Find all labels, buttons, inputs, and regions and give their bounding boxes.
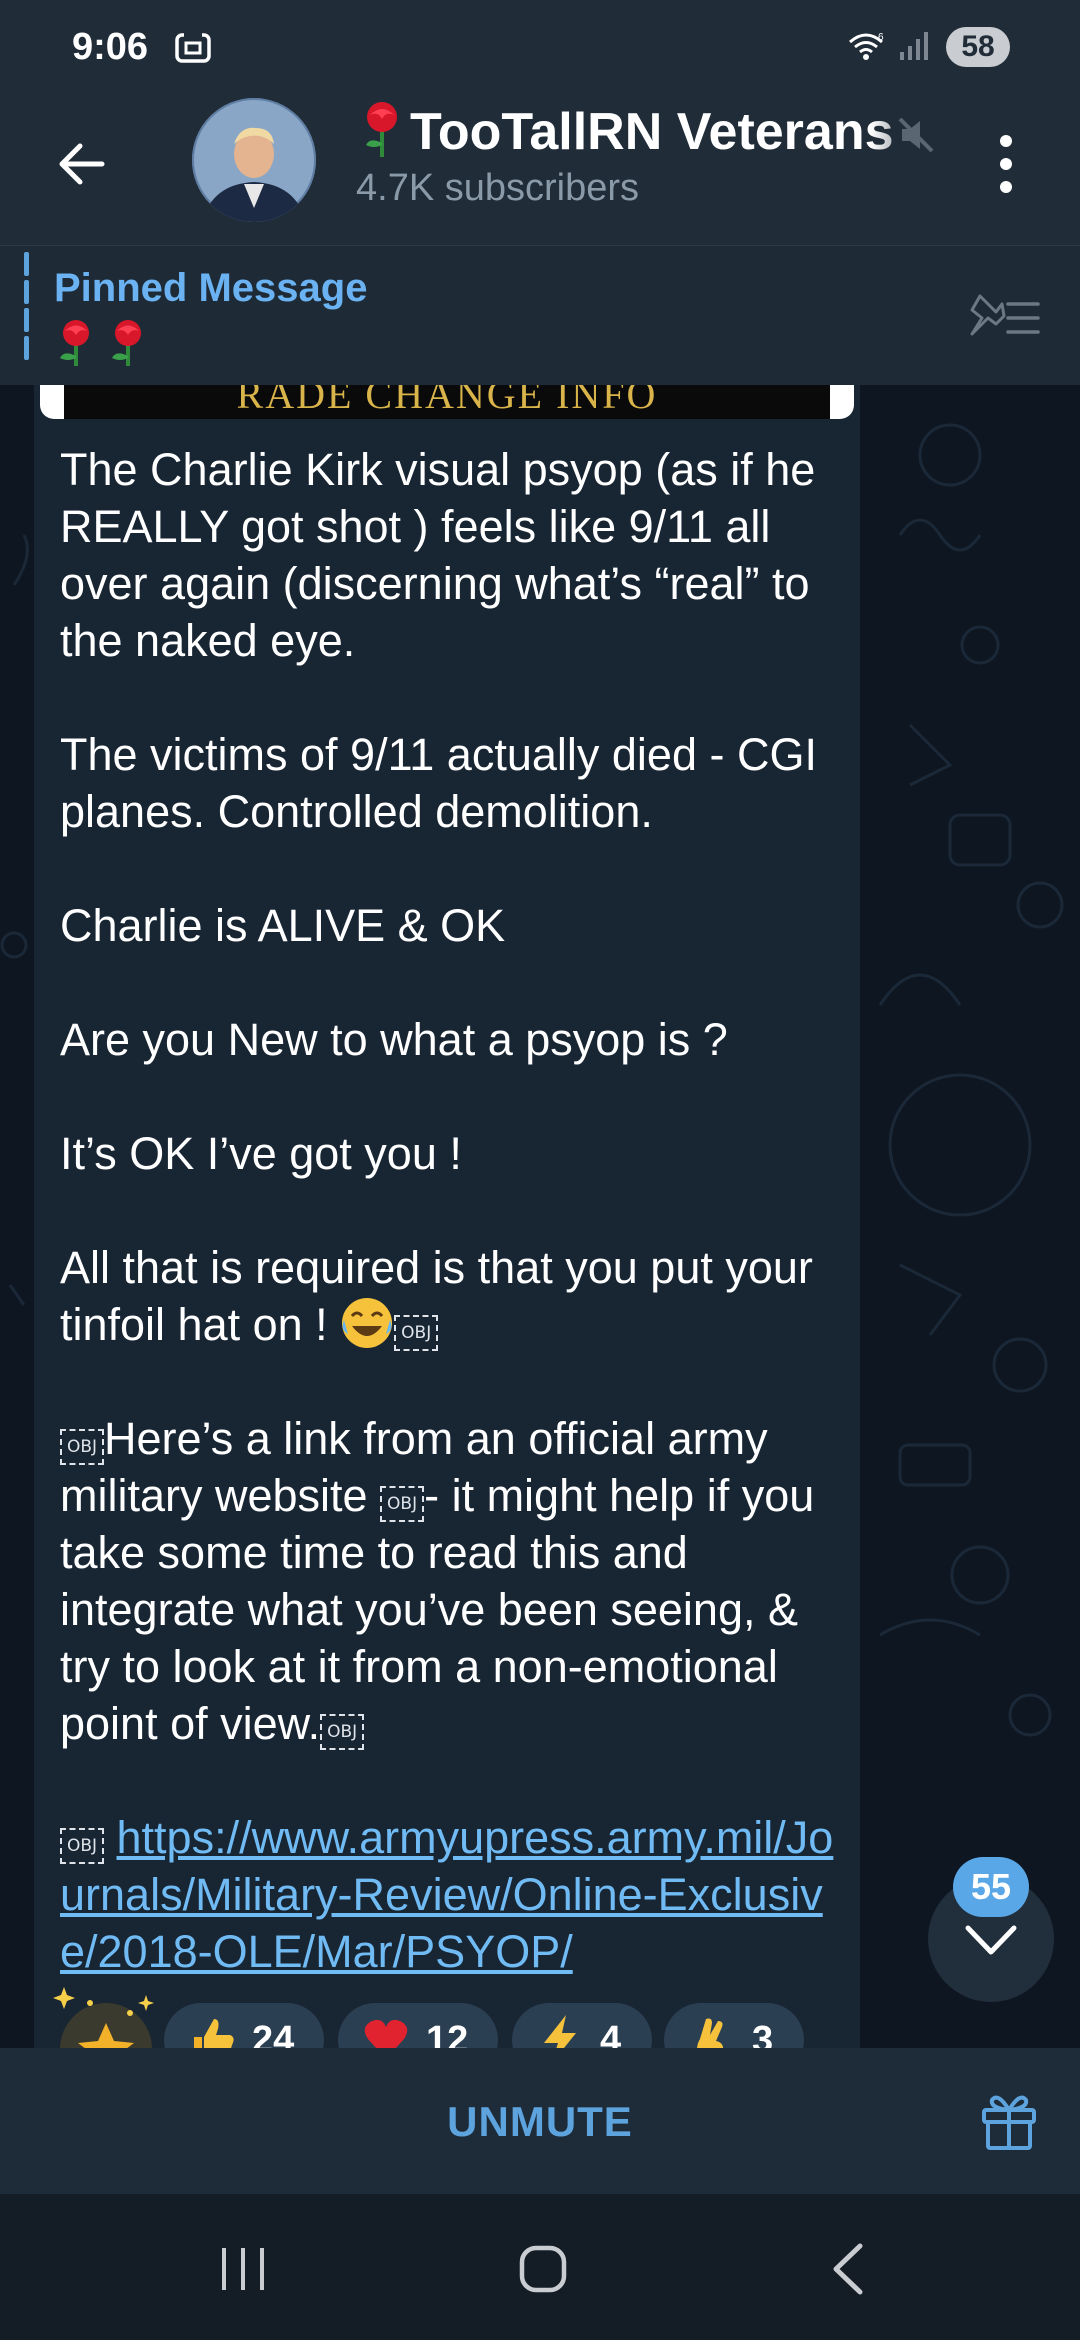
message-paragraph: The victims of 9/11 actually died - CGI … xyxy=(60,729,817,837)
signal-icon xyxy=(900,32,928,60)
battery-indicator: 58 xyxy=(946,27,1010,67)
message-paragraph: It’s OK I’ve got you ! xyxy=(60,1128,462,1179)
recents-icon[interactable] xyxy=(218,2246,268,2292)
reaction-lightning[interactable]: 4 xyxy=(512,2003,652,2048)
chevron-down-icon xyxy=(965,1925,1017,1955)
object-placeholder: OBJ xyxy=(320,1714,365,1750)
reaction-heart[interactable]: 12 xyxy=(338,2003,498,2048)
message-link-paragraph: OBJ https://www.armyupress.army.mil/Jour… xyxy=(60,1809,850,1980)
media-image: RADE CHANGE INFO xyxy=(64,385,830,419)
rose-icon xyxy=(60,320,89,366)
screenshot-icon xyxy=(175,33,211,63)
back-icon[interactable] xyxy=(828,2242,868,2296)
pinned-message-bar[interactable]: Pinned Message xyxy=(0,245,1080,385)
subscriber-count: 4.7K subscribers xyxy=(356,167,640,209)
status-bar: 9:06 6 58 xyxy=(0,0,1080,95)
reaction-crossed-fingers[interactable]: 3 xyxy=(664,2003,804,2048)
reaction-count: 4 xyxy=(600,2019,622,2048)
unmute-button[interactable]: UNMUTE xyxy=(440,2098,640,2146)
status-time: 9:06 xyxy=(72,26,149,68)
more-vertical-icon[interactable] xyxy=(994,131,1018,197)
object-placeholder: OBJ xyxy=(60,1828,104,1864)
message-paragraph: Charlie is ALIVE & OK xyxy=(60,900,506,951)
message-paragraph: All that is required is that you put you… xyxy=(60,1239,850,1353)
crossed-fingers-icon xyxy=(697,2018,724,2048)
pinned-indicator xyxy=(24,252,29,380)
message-paragraph: The Charlie Kirk visual psyop (as if he … xyxy=(60,444,816,666)
message-link[interactable]: https://www.armyupress.army.mil/Journals… xyxy=(60,1812,833,1977)
object-placeholder: OBJ xyxy=(394,1315,439,1351)
laughing-crying-emoji-icon xyxy=(342,1298,393,1348)
object-placeholder: OBJ xyxy=(380,1486,425,1522)
channel-title[interactable]: TooTallRN Veterans xyxy=(356,99,941,163)
unread-count-badge: 55 xyxy=(953,1857,1029,1917)
back-arrow-icon[interactable] xyxy=(52,133,114,195)
chat-area[interactable]: RADE CHANGE INFO The Charlie Kirk visual… xyxy=(0,385,1080,2048)
bottom-bar: UNMUTE xyxy=(0,2048,1080,2194)
wifi-icon: 6 xyxy=(849,32,884,60)
reaction-thumbs-up[interactable]: 24 xyxy=(164,2003,324,2048)
svg-text:6: 6 xyxy=(878,32,884,43)
rose-icon xyxy=(112,320,142,366)
channel-title-text: TooTallRN Veterans xyxy=(410,103,894,161)
reaction-count: 3 xyxy=(752,2019,774,2048)
message-media[interactable]: RADE CHANGE INFO xyxy=(40,385,854,419)
chat-header: TooTallRN Veterans 4.7K subscribers xyxy=(0,95,1080,245)
reaction-count: 24 xyxy=(252,2019,295,2048)
muted-icon xyxy=(898,117,934,153)
lightning-icon xyxy=(544,2015,576,2048)
red-heart-icon xyxy=(364,2019,408,2048)
pinned-preview xyxy=(54,318,154,368)
home-icon[interactable] xyxy=(518,2244,568,2294)
rose-icon xyxy=(366,102,397,157)
system-nav-bar xyxy=(0,2194,1080,2340)
channel-avatar[interactable] xyxy=(192,98,316,222)
reaction-count: 12 xyxy=(426,2019,469,2048)
thumbs-up-icon xyxy=(194,2019,234,2048)
media-caption: RADE CHANGE INFO xyxy=(236,385,658,417)
message-paragraph: OBJ Here’s a link from an official army m… xyxy=(60,1410,850,1752)
gift-icon[interactable] xyxy=(978,2090,1040,2152)
message-paragraph: Are you New to what a psyop is ? xyxy=(60,1014,728,1065)
pinned-label: Pinned Message xyxy=(54,266,368,310)
object-placeholder: OBJ xyxy=(60,1429,104,1465)
star-sparkle-icon[interactable] xyxy=(50,1973,170,2048)
message-text: The Charlie Kirk visual psyop (as if he … xyxy=(60,441,850,2037)
pinned-list-icon[interactable] xyxy=(966,290,1042,346)
